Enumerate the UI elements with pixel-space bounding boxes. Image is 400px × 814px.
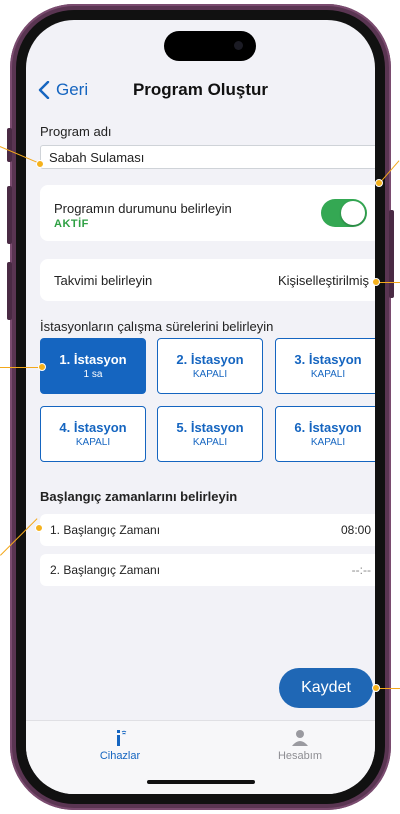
tab-devices[interactable]: Cihazlar bbox=[60, 729, 180, 762]
start-times-section-title: Başlangıç zamanlarını belirleyin bbox=[40, 489, 238, 504]
start-time-label: 1. Başlangıç Zamanı bbox=[50, 523, 161, 537]
station-button-1[interactable]: 1. İstasyon 1 sa bbox=[40, 338, 146, 394]
schedule-value: Kişiselleştirilmiş bbox=[277, 273, 369, 288]
volume-up-button bbox=[7, 186, 12, 244]
station-duration: KAPALI bbox=[75, 437, 111, 448]
tab-account[interactable]: Hesabım bbox=[240, 729, 360, 762]
callout-line bbox=[378, 282, 400, 283]
station-name: 1. İstasyon bbox=[59, 352, 127, 367]
person-icon bbox=[292, 730, 308, 746]
schedule-label: Takvimi belirleyin bbox=[54, 273, 153, 288]
status-card: Programın durumunu belirleyin AKTİF bbox=[40, 185, 375, 241]
callout-marker bbox=[372, 278, 380, 286]
station-button-5[interactable]: 5. İstasyon KAPALI bbox=[157, 406, 263, 462]
callout-marker bbox=[38, 363, 46, 371]
station-duration: KAPALI bbox=[192, 437, 228, 448]
status-title: Programın durumunu belirleyin bbox=[54, 201, 232, 216]
station-button-6[interactable]: 6. İstasyon KAPALI bbox=[275, 406, 375, 462]
power-button bbox=[389, 210, 394, 298]
stations-section-title: İstasyonların çalışma sürelerini belirle… bbox=[40, 319, 274, 334]
station-name: 3. İstasyon bbox=[294, 352, 362, 367]
home-indicator bbox=[147, 780, 255, 784]
program-name-input[interactable] bbox=[40, 145, 375, 169]
callout-marker bbox=[35, 524, 43, 532]
status-value: AKTİF bbox=[54, 218, 89, 230]
start-time-label: 2. Başlangıç Zamanı bbox=[50, 563, 161, 577]
tab-label: Cihazlar bbox=[99, 750, 141, 762]
dynamic-island bbox=[164, 31, 256, 61]
station-duration: KAPALI bbox=[192, 369, 228, 380]
station-duration: 1 sa bbox=[83, 369, 103, 380]
toggle-knob bbox=[341, 201, 365, 225]
page-title: Program Oluştur bbox=[132, 80, 269, 99]
station-name: 5. İstasyon bbox=[176, 420, 244, 435]
tab-label: Hesabım bbox=[277, 750, 323, 762]
status-toggle[interactable] bbox=[321, 199, 367, 227]
callout-marker bbox=[375, 179, 383, 187]
callout-marker bbox=[372, 684, 380, 692]
navigation-bar: Geri Program Oluştur bbox=[26, 72, 375, 112]
schedule-row[interactable]: Takvimi belirleyin Kişiselleştirilmiş bbox=[40, 259, 375, 301]
callout-line bbox=[0, 367, 42, 368]
start-time-value: 08:00 bbox=[340, 523, 371, 537]
action-button bbox=[7, 128, 12, 162]
devices-icon bbox=[117, 730, 127, 746]
station-button-2[interactable]: 2. İstasyon KAPALI bbox=[157, 338, 263, 394]
station-name: 2. İstasyon bbox=[176, 352, 244, 367]
start-time-value: --:-- bbox=[351, 563, 371, 577]
start-time-row-2[interactable]: 2. Başlangıç Zamanı --:-- bbox=[40, 554, 375, 586]
station-duration: KAPALI bbox=[310, 437, 346, 448]
station-button-3[interactable]: 3. İstasyon KAPALI bbox=[275, 338, 375, 394]
station-duration: KAPALI bbox=[310, 369, 346, 380]
camera-icon bbox=[234, 41, 243, 50]
screen: Geri Program Oluştur Program adı Program… bbox=[26, 20, 375, 794]
callout-marker bbox=[36, 160, 44, 168]
save-button[interactable]: Kaydet bbox=[279, 668, 373, 708]
program-name-label: Program adı bbox=[40, 124, 112, 139]
volume-down-button bbox=[7, 262, 12, 320]
station-name: 6. İstasyon bbox=[294, 420, 362, 435]
station-name: 4. İstasyon bbox=[59, 420, 127, 435]
start-time-row-1[interactable]: 1. Başlangıç Zamanı 08:00 bbox=[40, 514, 375, 546]
station-button-4[interactable]: 4. İstasyon KAPALI bbox=[40, 406, 146, 462]
